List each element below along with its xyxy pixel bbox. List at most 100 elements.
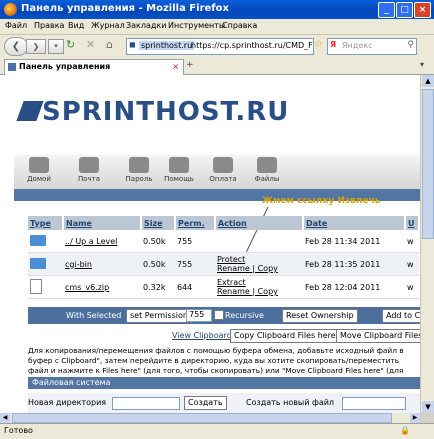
scroll-right-icon[interactable]: ▶ <box>410 413 420 423</box>
vertical-scrollbar[interactable]: ▲ ▼ <box>420 75 434 413</box>
menu-history[interactable]: Журнал <box>91 21 125 30</box>
tab-list-icon[interactable]: ▾ <box>420 60 424 69</box>
status-bar: Готово 🔒 <box>0 423 434 439</box>
file-u: w <box>405 275 419 299</box>
reload-icon[interactable]: ↻ <box>66 38 75 51</box>
site-identity-label[interactable]: sprinthost.ru <box>139 41 195 50</box>
horizontal-scrollbar[interactable]: ◀ ▶ <box>0 413 420 423</box>
tab-control-panel[interactable]: Панель управления × <box>4 59 184 75</box>
new-dir-input[interactable] <box>112 397 180 410</box>
dropdown-arrow-icon[interactable]: ▾ <box>48 39 64 54</box>
mail-icon <box>79 157 99 173</box>
add-to-clipboard-button[interactable]: Add to Cli <box>382 309 420 323</box>
scroll-left-icon[interactable]: ◀ <box>0 413 10 423</box>
extract-link[interactable]: Extract <box>217 278 246 287</box>
table-row: cms_v6.zip 0.32k 644 Extract Rename | Cop… <box>28 275 419 299</box>
file-perm[interactable]: 755 <box>175 252 215 276</box>
bookmark-star-icon[interactable]: ☆ <box>314 39 323 50</box>
address-bar[interactable]: ◼ sprinthost.ru https://cp.sprinthost.ru… <box>126 38 314 55</box>
file-icon <box>30 278 42 294</box>
folder-icon <box>30 257 46 269</box>
rename-copy-links[interactable]: Rename | Copy <box>217 264 278 273</box>
nav-password[interactable]: Пароль <box>120 157 158 183</box>
nav-help[interactable]: Помощь <box>160 157 198 183</box>
file-date: Feb 28 12:04 2011 <box>303 275 405 299</box>
nav-payment[interactable]: Оплата <box>204 157 242 183</box>
col-u[interactable]: U <box>405 216 420 230</box>
back-button[interactable]: ❮ <box>4 37 28 56</box>
scroll-down-icon[interactable]: ▼ <box>422 401 434 413</box>
file-perm[interactable]: 755 <box>175 230 215 253</box>
nav-files[interactable]: Файлы <box>248 157 286 183</box>
new-dir-label: Новая директория <box>28 398 107 407</box>
folder-icon <box>30 234 46 246</box>
new-tab-icon[interactable]: + <box>186 60 194 70</box>
tab-bar: Панель управления × + ▾ <box>0 57 434 75</box>
file-name-link[interactable]: cms_v6.zip <box>65 283 109 292</box>
rename-copy-links[interactable]: Rename | Copy <box>217 287 278 296</box>
stop-icon[interactable]: ✕ <box>86 38 95 51</box>
file-size: 0.32k <box>141 275 175 299</box>
col-perm[interactable]: Perm. <box>175 216 216 230</box>
search-placeholder: Яндекс <box>342 41 373 50</box>
forward-button[interactable]: ❯ <box>26 39 46 54</box>
col-action[interactable]: Action <box>215 216 304 230</box>
menu-file[interactable]: Файл <box>5 21 27 30</box>
window-title: Панель управления - Mozilla Firefox <box>21 3 229 14</box>
view-clipboard-link[interactable]: View Clipboard <box>172 331 232 340</box>
minimize-button[interactable]: _ <box>378 2 395 18</box>
menu-help[interactable]: Справка <box>222 21 257 30</box>
close-button[interactable]: × <box>414 2 431 18</box>
house-icon <box>29 157 49 173</box>
col-size[interactable]: Size <box>141 216 176 230</box>
file-u: w <box>405 252 419 276</box>
site-logo[interactable]: SPRINTHOST.RU <box>42 97 289 127</box>
menu-view[interactable]: Вид <box>68 21 84 30</box>
menu-tools[interactable]: Инструменты <box>168 21 225 30</box>
menu-edit[interactable]: Правка <box>34 21 64 30</box>
maximize-button[interactable]: □ <box>396 2 413 18</box>
recursive-label: Recursive <box>225 311 264 320</box>
col-date[interactable]: Date <box>303 216 406 230</box>
search-input[interactable]: Я Яндекс ⚲ <box>327 38 417 55</box>
filesystem-title: Файловая система <box>32 378 111 387</box>
nav-home[interactable]: Домой <box>20 157 58 183</box>
protect-link[interactable]: Protect <box>217 255 245 264</box>
copy-clipboard-button[interactable]: Copy Clipboard Files here <box>230 329 340 343</box>
tab-close-icon[interactable]: × <box>172 62 179 71</box>
title-bar: Панель управления - Mozilla Firefox _ □ … <box>0 0 434 19</box>
col-type[interactable]: Type <box>28 216 64 230</box>
favicon-icon <box>8 63 16 71</box>
move-clipboard-button[interactable]: Move Clipboard Files h <box>336 329 420 343</box>
clipboard-bar: View Clipboard Copy Clipboard Files here… <box>28 329 420 343</box>
with-selected-label: With Selected <box>66 311 122 320</box>
col-name[interactable]: Name <box>63 216 142 230</box>
scroll-thumb[interactable] <box>422 89 434 239</box>
home-icon[interactable]: ⌂ <box>106 38 113 51</box>
new-file-input[interactable] <box>342 397 406 410</box>
menu-bookmarks[interactable]: Закладки <box>126 21 166 30</box>
secure-lock-icon[interactable]: 🔒 <box>400 426 410 435</box>
file-name-link[interactable]: ../ Up a Level <box>65 237 117 246</box>
file-actions: Extract Rename | Copy <box>215 275 303 299</box>
nav-mail[interactable]: Почта <box>70 157 108 183</box>
url-text[interactable]: https://cp.sprinthost.ru/CMD_F <box>191 41 313 50</box>
recursive-checkbox[interactable] <box>214 310 224 320</box>
reset-ownership-button[interactable]: Reset Ownership <box>282 309 358 323</box>
control-panel-nav: Домой Почта Пароль Помощь Оплата Файлы <box>14 155 420 189</box>
site-identity-icon[interactable]: ◼ <box>129 40 136 49</box>
scroll-thumb-horizontal[interactable] <box>12 413 392 423</box>
file-perm[interactable]: 644 <box>175 275 215 299</box>
file-actions: Protect Rename | Copy <box>215 252 303 276</box>
file-size: 0.50k <box>141 252 175 276</box>
filesystem-row: Новая директория Создать Создать новый ф… <box>28 393 420 413</box>
scroll-up-icon[interactable]: ▲ <box>422 75 434 87</box>
firefox-icon <box>4 3 17 16</box>
file-u: w <box>405 230 419 253</box>
file-name-link[interactable]: cgi-bin <box>65 260 92 269</box>
selection-action-bar: With Selected set Permission 755 Recursi… <box>28 307 420 324</box>
permission-input[interactable]: 755 <box>186 309 212 322</box>
search-icon[interactable]: ⚲ <box>407 40 414 50</box>
set-permission-button[interactable]: set Permission <box>126 309 192 323</box>
create-dir-button[interactable]: Создать <box>184 396 227 410</box>
